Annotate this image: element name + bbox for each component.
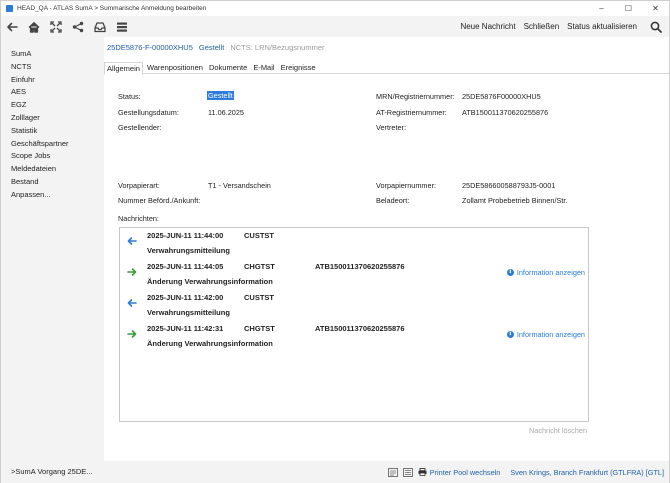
message-description: Verwahrungsmitteilung — [147, 246, 230, 255]
tab-ereignisse[interactable]: Ereignisse — [279, 62, 318, 74]
gestellungsdatum-value: 11.06.2025 — [208, 108, 244, 117]
info-icon: i — [506, 269, 514, 276]
message-type: CUSTST — [244, 293, 274, 302]
sidebar-item-ncts[interactable]: NCTS — [1, 61, 104, 74]
breadcrumb-ncts[interactable]: NCTS: LRN/Bezugsnummer — [230, 43, 324, 52]
fullscreen-icon[interactable] — [45, 16, 67, 37]
tab-allgemein[interactable]: Allgemein — [104, 62, 143, 75]
window-title: HEAD_QA - ATLAS SumA > Summarische Anmel… — [17, 5, 207, 12]
outgoing-arrow-icon — [127, 330, 137, 338]
gestellender-label: Gestellender: — [118, 123, 162, 132]
message-timestamp: 2025-JUN-11 11:44:05 — [147, 262, 224, 271]
sidebar-item-statistik[interactable]: Statistik — [1, 125, 104, 138]
message-description: Verwahrungsmitteilung — [147, 308, 230, 317]
sidebar: SumA NCTS Einfuhr AES EGZ Zolllager Stat… — [1, 37, 104, 461]
sidebar-item-zolllager[interactable]: Zolllager — [1, 112, 104, 125]
sidebar-item-scope-jobs[interactable]: Scope Jobs — [1, 150, 104, 163]
printer-pool-label: Printer Pool wechseln — [429, 467, 501, 477]
message-timestamp: 2025-JUN-11 11:42:31 — [147, 324, 224, 333]
message-type: CHGTST — [244, 324, 275, 333]
at-registration-label: AT-Registriernummer: — [376, 108, 447, 117]
breadcrumb-status[interactable]: Gestellt — [199, 43, 224, 52]
app-window: HEAD_QA - ATLAS SumA > Summarische Anmel… — [0, 0, 670, 483]
home-icon[interactable] — [23, 16, 45, 37]
close-window-button[interactable]: ✕ — [642, 1, 669, 16]
vorpapierart-label: Vorpapierart: — [118, 181, 160, 190]
share-icon[interactable] — [67, 16, 89, 37]
new-message-button[interactable]: Neue Nachricht — [460, 22, 515, 31]
app-logo-icon — [6, 5, 13, 12]
show-information-label: Information anzeigen — [516, 330, 585, 339]
message-timestamp: 2025-JUN-11 11:44:00 — [147, 231, 224, 240]
list-item[interactable]: 2025-JUN-11 11:42:00 CUSTST Verwahrungsmi… — [120, 290, 590, 321]
sidebar-item-anpassen[interactable]: Anpassen... — [1, 189, 104, 202]
message-reference: ATB150011370620255876 — [315, 262, 405, 271]
message-reference: ATB150011370620255876 — [315, 324, 405, 333]
messages-list[interactable]: 2025-JUN-11 11:44:00 CUSTST Verwahrungsmi… — [119, 227, 589, 422]
back-icon[interactable] — [1, 16, 23, 37]
vorpapiernummer-value: 25DE586600588793J5-0001 — [462, 181, 556, 190]
at-registration-value: ATB150011370620255876 — [462, 108, 549, 117]
sidebar-item-bestand[interactable]: Bestand — [1, 176, 104, 189]
show-information-link[interactable]: i Information anzeigen — [506, 268, 585, 277]
list-icon[interactable] — [111, 16, 133, 37]
list-view-icon[interactable] — [387, 467, 398, 477]
message-timestamp: 2025-JUN-11 11:42:00 — [147, 293, 224, 302]
maximize-button[interactable]: ☐ — [615, 1, 642, 16]
tab-warenpositionen[interactable]: Warenpositionen — [145, 62, 205, 74]
outgoing-arrow-icon — [127, 268, 137, 276]
toolbar: Neue Nachricht Schließen Status aktualis… — [1, 16, 669, 37]
close-button[interactable]: Schließen — [524, 22, 560, 31]
message-description: Änderung Verwahrungsinformation — [147, 339, 273, 348]
title-bar: HEAD_QA - ATLAS SumA > Summarische Anmel… — [1, 1, 669, 16]
list-item[interactable]: 2025-JUN-11 11:44:05 CHGTST ATB15001137062… — [120, 259, 590, 290]
mrn-label: MRN/Registriernummer: — [376, 92, 455, 101]
list-item[interactable]: 2025-JUN-11 11:42:31 CHGTST ATB15001137062… — [120, 321, 590, 352]
tab-email[interactable]: E-Mail — [251, 62, 276, 74]
message-description: Änderung Verwahrungsinformation — [147, 277, 273, 286]
status-value[interactable]: Gestellt — [207, 91, 234, 100]
sidebar-item-egz[interactable]: EGZ — [1, 99, 104, 112]
delete-message-button[interactable]: Nachricht löschen — [529, 426, 587, 435]
mrn-value: 25DE5876F00000XHU5 — [462, 92, 541, 101]
incoming-arrow-icon — [127, 237, 137, 245]
detail-view-icon[interactable] — [402, 467, 413, 477]
tab-bar: Allgemein Warenpositionen Dokumente E-Ma… — [104, 62, 669, 75]
breadcrumb-reference[interactable]: 25DE5876-F-00000XHU5 — [107, 43, 193, 52]
message-type: CUSTST — [244, 231, 274, 240]
search-icon[interactable] — [645, 21, 667, 33]
minimize-button[interactable]: – — [588, 1, 615, 16]
show-information-label: Information anzeigen — [516, 268, 585, 277]
user-branch-link[interactable]: Sven Krings, Branch Frankfurt (GTLFRA) [… — [510, 468, 664, 477]
inbox-icon[interactable] — [89, 16, 111, 37]
nachrichten-label: Nachrichten: — [118, 214, 159, 223]
message-type: CHGTST — [244, 262, 275, 271]
befoerderung-label: Nummer Beförd./Ankunft: — [118, 196, 201, 205]
sidebar-item-suma[interactable]: SumA — [1, 48, 104, 61]
sidebar-item-einfuhr[interactable]: Einfuhr — [1, 74, 104, 87]
sidebar-item-geschaeftspartner[interactable]: Geschäftspartner — [1, 138, 104, 151]
gestellungsdatum-label: Gestellungsdatum: — [118, 108, 179, 117]
show-information-link[interactable]: i Information anzeigen — [506, 330, 585, 339]
printer-icon — [418, 468, 427, 476]
incoming-arrow-icon — [127, 299, 137, 307]
main-panel: 25DE5876-F-00000XHU5 Gestellt NCTS: LRN/… — [104, 37, 669, 461]
recent-process-link[interactable]: >SumA Vorgang 25DE... — [1, 461, 104, 483]
update-status-button[interactable]: Status aktualisieren — [567, 22, 637, 31]
sidebar-item-meldedateien[interactable]: Meldedateien — [1, 163, 104, 176]
status-bar: Printer Pool wechseln Sven Krings, Branc… — [104, 461, 669, 483]
vorpapierart-value: T1 - Versandschein — [208, 181, 271, 190]
info-icon: i — [506, 331, 514, 338]
status-label: Status: — [118, 92, 141, 101]
beladeort-label: Beladeort: — [376, 196, 410, 205]
list-item[interactable]: 2025-JUN-11 11:44:00 CUSTST Verwahrungsmi… — [120, 228, 590, 259]
vertreter-label: Vertreter: — [376, 123, 407, 132]
sidebar-item-aes[interactable]: AES — [1, 86, 104, 99]
printer-pool-link[interactable]: Printer Pool wechseln — [418, 467, 501, 477]
breadcrumb: 25DE5876-F-00000XHU5 Gestellt NCTS: LRN/… — [107, 43, 331, 52]
vorpapiernummer-label: Vorpapiernummer: — [376, 181, 437, 190]
tab-dokumente[interactable]: Dokumente — [207, 62, 249, 74]
beladeort-value: Zollamt Probebetrieb Binnen/Str. — [462, 196, 568, 205]
